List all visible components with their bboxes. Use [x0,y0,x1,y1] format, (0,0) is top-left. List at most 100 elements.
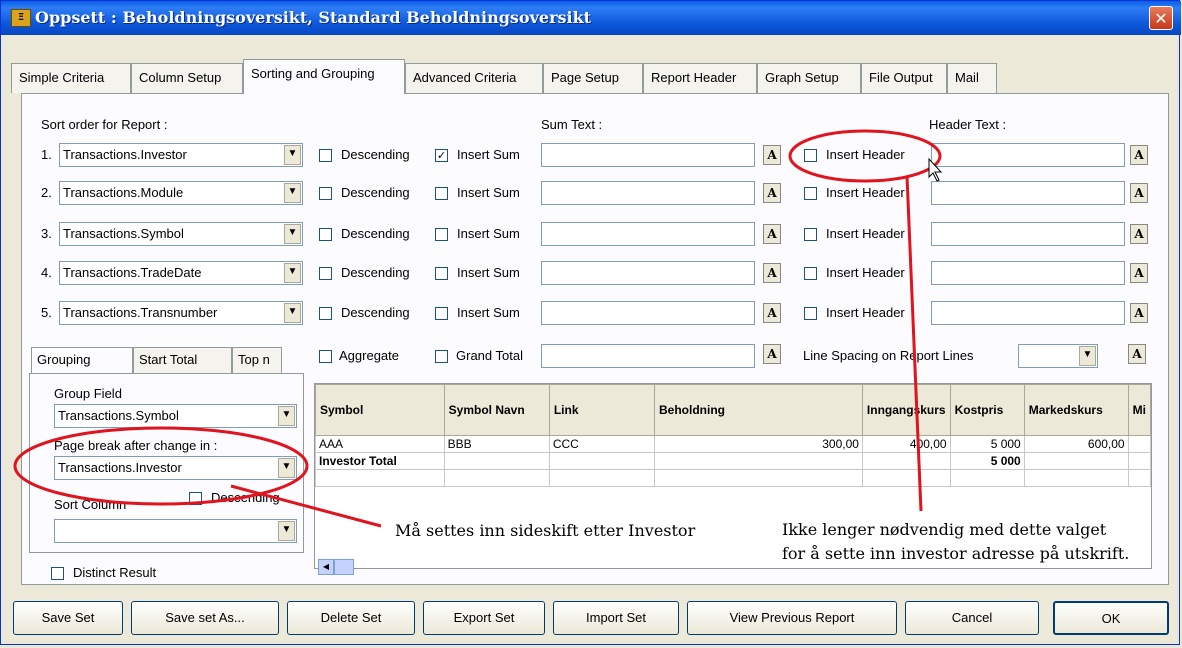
descending-checkbox[interactable] [319,187,332,200]
column-header[interactable]: Beholdning [654,384,863,436]
sum-text-input[interactable] [541,301,755,325]
sum-text-input[interactable] [541,143,755,167]
header-text-input[interactable] [931,181,1125,205]
distinct-result-checkbox[interactable] [51,567,64,580]
insert-sum-checkbox[interactable]: ✓ [435,149,448,162]
view-previous-report-button[interactable]: View Previous Report [687,601,897,635]
sort-field-select[interactable]: Transactions.TradeDate ▼ [59,261,303,285]
sort-field-select[interactable]: Transactions.Investor ▼ [59,143,303,167]
header-text-font-button[interactable]: A [1130,303,1148,323]
insert-sum-checkbox[interactable] [435,267,448,280]
descending-checkbox[interactable] [319,228,332,241]
table-row[interactable]: AAA BBB CCC 300,00 400,00 5 000 600,00 [315,435,1151,453]
scroll-thumb[interactable] [334,559,354,575]
tab-mail[interactable]: Mail [947,63,997,93]
column-header[interactable]: Symbol Navn [443,384,550,436]
page-break-select[interactable]: Transactions.Investor ▼ [54,456,297,480]
chevron-down-icon[interactable]: ▼ [284,303,301,323]
tab-file-output[interactable]: File Output [861,63,947,93]
save-set-as-button[interactable]: Save set As... [131,601,279,635]
header-text-font-button[interactable]: A [1130,183,1148,203]
insert-header-checkbox[interactable] [804,267,817,280]
chevron-down-icon[interactable]: ▼ [1079,346,1096,366]
sort-column-descending-checkbox[interactable] [189,492,202,505]
header-text-input[interactable] [931,222,1125,246]
column-header[interactable]: Link [548,384,656,436]
insert-header-checkbox[interactable] [804,149,817,162]
sum-text-font-button[interactable]: A [763,224,781,244]
cancel-button[interactable]: Cancel [905,601,1039,635]
ok-button[interactable]: OK [1053,601,1169,635]
insert-sum-label: Insert Sum [457,185,520,200]
tab-column-setup[interactable]: Column Setup [131,63,243,93]
sort-field-select[interactable]: Transactions.Module ▼ [59,181,303,205]
header-text-font-button[interactable]: A [1130,145,1148,165]
sum-text-font-button[interactable]: A [763,183,781,203]
insert-header-checkbox[interactable] [804,307,817,320]
horizontal-scrollbar[interactable]: ◀ [314,557,374,575]
sort-field-select[interactable]: Transactions.Transnumber ▼ [59,301,303,325]
sum-text-font-button[interactable]: A [763,263,781,283]
tab-report-header[interactable]: Report Header [643,63,757,93]
insert-sum-checkbox[interactable] [435,307,448,320]
sort-column-select[interactable]: ▼ [54,519,297,543]
chevron-down-icon[interactable]: ▼ [284,183,301,203]
tab-start-total[interactable]: Start Total [133,347,232,373]
export-set-button[interactable]: Export Set [423,601,545,635]
header-text-font-button[interactable]: A [1130,263,1148,283]
sum-text-font-button[interactable]: A [763,145,781,165]
header-text-input[interactable] [931,261,1125,285]
descending-checkbox[interactable] [319,267,332,280]
descending-checkbox[interactable] [319,307,332,320]
header-text-input[interactable] [931,301,1125,325]
sum-text-input[interactable] [541,222,755,246]
close-button[interactable]: ✕ [1149,6,1173,30]
table-row[interactable]: Investor Total 5 000 [315,452,1151,470]
save-set-button[interactable]: Save Set [13,601,123,635]
header-text-input[interactable] [931,143,1125,167]
line-spacing-select[interactable]: ▼ [1018,344,1098,368]
import-set-button[interactable]: Import Set [553,601,679,635]
aggregate-checkbox[interactable] [319,350,332,363]
column-header[interactable]: Markedskurs [1023,384,1129,436]
descending-checkbox[interactable] [319,149,332,162]
sum-text-input[interactable] [541,181,755,205]
header-text-font-button[interactable]: A [1130,224,1148,244]
sort-row-number: 1. [41,147,52,162]
grand-total-checkbox[interactable] [435,350,448,363]
table-cell [654,452,863,470]
tab-simple-criteria[interactable]: Simple Criteria [11,63,131,93]
chevron-down-icon[interactable]: ▼ [284,145,301,165]
tab-top-n[interactable]: Top n [232,347,282,373]
column-header[interactable]: Symbol [315,384,445,436]
tab-advanced-criteria[interactable]: Advanced Criteria [405,63,543,93]
scroll-left-icon[interactable]: ◀ [318,559,334,575]
chevron-down-icon[interactable]: ▼ [278,458,295,478]
tab-grouping[interactable]: Grouping [31,347,133,373]
delete-set-button[interactable]: Delete Set [287,601,415,635]
grand-total-font-button[interactable]: A [763,344,781,364]
tab-page-setup[interactable]: Page Setup [543,63,643,93]
column-header[interactable]: Mi [1127,384,1151,436]
chevron-down-icon[interactable]: ▼ [278,521,295,541]
sort-field-select[interactable]: Transactions.Symbol ▼ [59,222,303,246]
group-field-select[interactable]: Transactions.Symbol ▼ [54,404,297,428]
sum-text-input[interactable] [541,261,755,285]
sum-text-font-button[interactable]: A [763,303,781,323]
tab-sorting-and-grouping[interactable]: Sorting and Grouping [243,59,405,94]
insert-header-checkbox[interactable] [804,187,817,200]
insert-sum-checkbox[interactable] [435,228,448,241]
chevron-down-icon[interactable]: ▼ [284,263,301,283]
line-spacing-font-button[interactable]: A [1128,344,1146,364]
insert-header-checkbox[interactable] [804,228,817,241]
tab-graph-setup[interactable]: Graph Setup [757,63,861,93]
chevron-down-icon[interactable]: ▼ [278,406,295,426]
column-header[interactable]: Kostpris [949,384,1025,436]
chevron-down-icon[interactable]: ▼ [284,224,301,244]
title-bar[interactable]: Ξ Oppsett : Beholdningsoversikt, Standar… [1,1,1181,35]
column-header[interactable]: Inngangskurs [861,384,951,436]
insert-sum-checkbox[interactable] [435,187,448,200]
grand-total-text-input[interactable] [541,344,755,368]
table-cell: Investor Total [315,452,445,470]
table-cell [443,452,550,470]
